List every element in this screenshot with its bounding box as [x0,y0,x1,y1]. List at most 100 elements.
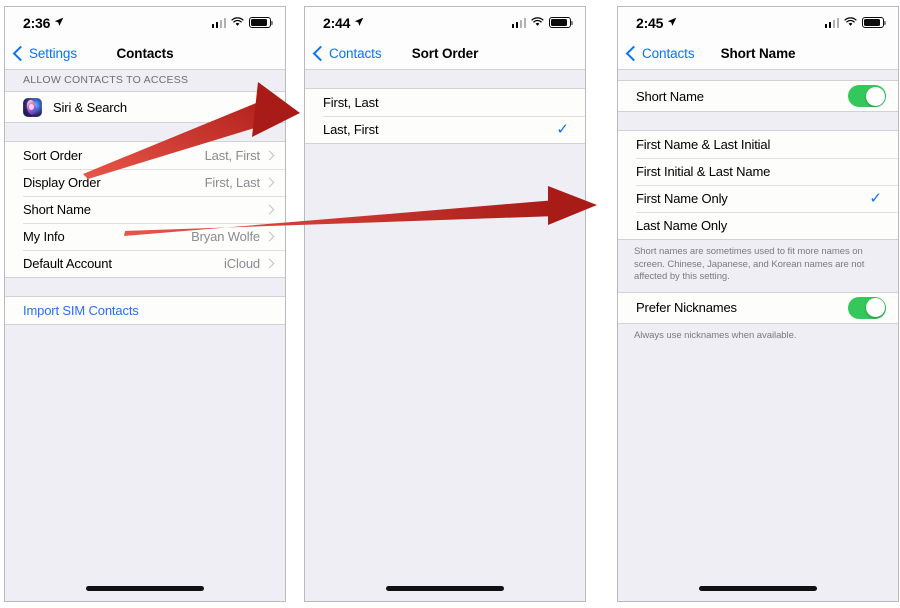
group-header-allow-access: ALLOW CONTACTS TO ACCESS [23,74,189,86]
cellular-signal-icon [511,17,526,28]
status-time: 2:36 [23,14,51,31]
back-button-label: Contacts [329,46,382,61]
row-label: Prefer Nicknames [636,300,737,316]
row-label: Display Order [23,175,101,190]
chevron-right-icon [264,177,275,188]
phone-panel-contacts-settings: 2:36 Settings Contacts ALLOW CONTACTS TO… [4,6,286,602]
option-label: First Initial & Last Name [636,164,771,179]
cellular-signal-icon [211,17,226,28]
chevron-right-icon [264,204,275,215]
chevron-left-icon [312,45,329,62]
nav-bar: Contacts Short Name [618,38,898,70]
row-value: iCloud [224,256,260,271]
status-right [824,14,887,32]
back-button-contacts[interactable]: Contacts [625,45,695,62]
row-value: Last, First [204,148,261,163]
row-display-order[interactable]: Display Order First, Last [5,169,285,196]
battery-icon [862,17,887,28]
option-label: Last, First [323,122,379,137]
status-right [211,14,274,32]
section-short-name-options: First Name & Last Initial First Initial … [618,130,898,240]
home-indicator[interactable] [699,586,817,591]
location-arrow-icon [54,14,64,32]
row-short-name[interactable]: Short Name [5,196,285,223]
status-right [511,14,574,32]
row-label: Siri & Search [53,99,127,115]
nav-bar: Settings Contacts [5,38,285,70]
section-prefer-nicknames: Prefer Nicknames [618,291,898,324]
short-name-list: Short Name First Name & Last Initial Fir… [618,70,898,601]
wifi-icon [231,14,244,32]
status-bar: 2:44 [305,7,585,38]
option-first-name-only[interactable]: First Name Only ✓ [618,185,898,212]
option-last-name-only[interactable]: Last Name Only [618,212,898,239]
row-my-info[interactable]: My Info Bryan Wolfe [5,223,285,250]
chevron-right-icon [264,150,275,161]
status-left: 2:36 [23,14,64,32]
wifi-icon [531,14,544,32]
settings-list: ALLOW CONTACTS TO ACCESS Siri & Search S… [5,70,285,601]
status-left: 2:44 [323,14,364,32]
section-short-name-toggle: Short Name [618,80,898,112]
row-default-account[interactable]: Default Account iCloud [5,250,285,277]
nav-bar: Contacts Sort Order [305,38,585,70]
row-label: Default Account [23,256,112,271]
phone-panel-sort-order: 2:44 Contacts Sort Order First, Last Las… [304,6,586,602]
short-name-footer-note: Short names are sometimes used to fit mo… [634,246,865,283]
switch-knob [865,86,885,106]
option-label: First Name Only [636,191,728,206]
status-bar: 2:36 [5,7,285,38]
row-import-sim-contacts[interactable]: Import SIM Contacts [5,297,285,324]
status-bar: 2:45 [618,7,898,38]
row-siri-and-search[interactable]: Siri & Search [5,92,285,122]
option-first-last[interactable]: First, Last [305,89,585,116]
home-indicator[interactable] [386,586,504,591]
back-button-settings[interactable]: Settings [12,45,77,62]
phone-panel-short-name: 2:45 Contacts Short Name Short Name Firs… [617,6,899,602]
chevron-right-icon [264,258,275,269]
chevron-left-icon [625,45,642,62]
row-label: Import SIM Contacts [23,303,139,318]
option-label: First Name & Last Initial [636,137,771,152]
row-value: First, Last [204,175,261,190]
row-label: My Info [23,229,65,244]
prefer-nicknames-switch[interactable] [848,296,886,319]
prefer-nicknames-footer-note: Always use nicknames when available. [634,329,797,341]
checkmark-icon: ✓ [869,190,882,207]
option-first-initial-last-name[interactable]: First Initial & Last Name [618,158,898,185]
chevron-right-icon [264,102,275,112]
row-label: Short Name [636,88,704,104]
row-label: Sort Order [23,148,83,163]
location-arrow-icon [354,14,364,32]
option-last-first[interactable]: Last, First ✓ [305,116,585,143]
wifi-icon [844,14,857,32]
sort-order-list: First, Last Last, First ✓ [305,70,585,601]
switch-knob [865,298,885,318]
location-arrow-icon [667,14,677,32]
back-button-contacts[interactable]: Contacts [312,45,382,62]
row-label: Short Name [23,202,91,217]
battery-icon [549,17,574,28]
home-indicator[interactable] [86,586,204,591]
section-access: Siri & Search [5,91,285,123]
row-prefer-nicknames[interactable]: Prefer Nicknames [618,292,898,323]
status-time: 2:44 [323,14,351,31]
row-short-name-toggle[interactable]: Short Name [618,81,898,111]
chevron-right-icon [264,231,275,242]
row-sort-order[interactable]: Sort Order Last, First [5,142,285,169]
section-contact-settings: Sort Order Last, First Display Order Fir… [5,141,285,278]
section-import: Import SIM Contacts [5,296,285,325]
back-button-label: Contacts [642,46,695,61]
checkmark-icon: ✓ [556,121,569,138]
option-first-name-last-initial[interactable]: First Name & Last Initial [618,131,898,158]
screenshot-stage: 2:36 Settings Contacts ALLOW CONTACTS TO… [0,0,900,608]
option-label: First, Last [323,95,379,110]
short-name-switch[interactable] [848,85,886,107]
status-left: 2:45 [636,14,677,32]
option-label: Last Name Only [636,218,728,233]
